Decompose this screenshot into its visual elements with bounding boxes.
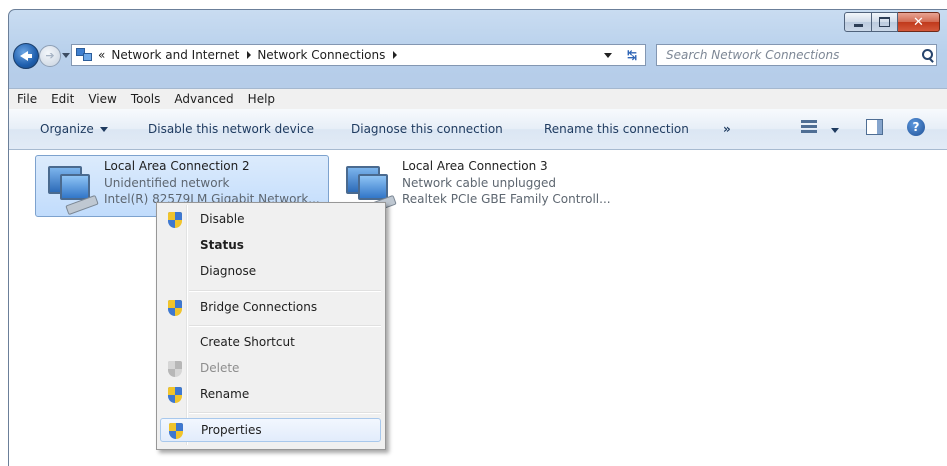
rename-connection-button[interactable]: Rename this connection xyxy=(544,122,689,136)
uac-shield-icon xyxy=(168,300,182,316)
menu-item-diagnose[interactable]: Diagnose xyxy=(160,260,381,284)
maximize-button[interactable] xyxy=(872,12,898,32)
breadcrumb-overflow[interactable]: « xyxy=(98,48,105,62)
menu-item-delete[interactable]: Delete xyxy=(160,357,381,381)
organize-label: Organize xyxy=(40,122,94,136)
menu-separator xyxy=(189,325,381,327)
connection-status: Unidentified network xyxy=(104,176,230,190)
navigation-bar: ➔ « Network and Internet Network Connect… xyxy=(9,42,947,70)
address-dropdown-icon[interactable] xyxy=(604,53,612,58)
menu-item-label: Disable xyxy=(200,212,245,226)
more-commands-button[interactable]: » xyxy=(723,122,731,136)
menu-item-label: Status xyxy=(200,238,244,252)
diagnose-connection-button[interactable]: Diagnose this connection xyxy=(351,122,503,136)
menu-separator xyxy=(189,290,381,292)
menu-item-label: Create Shortcut xyxy=(200,335,295,349)
menu-advanced[interactable]: Advanced xyxy=(167,92,240,106)
close-icon: ✕ xyxy=(913,14,924,30)
close-button[interactable]: ✕ xyxy=(898,12,940,32)
breadcrumb: « Network and Internet Network Connectio… xyxy=(92,48,398,62)
menu-item-properties[interactable]: Properties xyxy=(160,418,381,442)
menu-item-rename[interactable]: Rename xyxy=(160,383,381,407)
menu-view[interactable]: View xyxy=(81,92,123,106)
uac-shield-icon xyxy=(168,387,182,403)
connection-status: Network cable unplugged xyxy=(402,176,557,190)
menu-item-create-shortcut[interactable]: Create Shortcut xyxy=(160,331,381,355)
uac-shield-icon xyxy=(168,212,182,228)
network-adapter-icon xyxy=(42,164,102,216)
search-icon[interactable] xyxy=(918,46,936,64)
menu-item-status[interactable]: Status xyxy=(160,234,381,258)
back-button[interactable] xyxy=(13,43,39,69)
connection-device: Realtek PCIe GBE Family Controll... xyxy=(402,192,611,206)
connection-name: Local Area Connection 3 xyxy=(402,159,548,173)
explorer-window: ✕ ➔ « Network and Internet Network Conne… xyxy=(8,9,947,466)
search-box[interactable]: Search Network Connections xyxy=(656,44,937,66)
search-input[interactable]: Search Network Connections xyxy=(657,48,918,62)
breadcrumb-network-connections[interactable]: Network Connections xyxy=(257,48,385,62)
recent-pages-dropdown[interactable] xyxy=(62,53,70,58)
uac-shield-icon xyxy=(168,361,182,377)
breadcrumb-network-and-internet[interactable]: Network and Internet xyxy=(111,48,239,62)
breadcrumb-chevron-icon[interactable] xyxy=(247,51,252,59)
menu-item-label: Properties xyxy=(201,423,262,437)
address-bar[interactable]: « Network and Internet Network Connectio… xyxy=(71,44,621,66)
connections-list: Local Area Connection 2 Unidentified net… xyxy=(9,150,947,466)
menu-separator xyxy=(189,412,381,414)
chevron-down-icon xyxy=(99,127,108,132)
forward-button[interactable]: ➔ xyxy=(39,45,61,67)
organize-button[interactable]: Organize xyxy=(40,122,108,136)
refresh-button[interactable]: ↹ xyxy=(619,44,646,66)
preview-pane-icon[interactable] xyxy=(866,119,883,135)
menu-item-label: Diagnose xyxy=(200,264,257,278)
menu-item-disable[interactable]: Disable xyxy=(160,208,381,232)
minimize-icon xyxy=(853,23,863,27)
menu-help[interactable]: Help xyxy=(241,92,282,106)
menu-bar: File Edit View Tools Advanced Help xyxy=(9,88,947,109)
forward-arrow-icon: ➔ xyxy=(45,49,55,62)
disable-device-button[interactable]: Disable this network device xyxy=(148,122,314,136)
help-icon[interactable]: ? xyxy=(907,118,925,136)
menu-edit[interactable]: Edit xyxy=(44,92,81,106)
menu-item-label: Bridge Connections xyxy=(200,300,318,314)
context-menu: Disable Status Diagnose Bridge Connectio… xyxy=(156,202,386,450)
connection-name: Local Area Connection 2 xyxy=(104,159,250,173)
menu-item-label: Rename xyxy=(200,387,250,401)
menu-file[interactable]: File xyxy=(9,92,44,106)
menu-item-label: Delete xyxy=(200,361,240,375)
command-bar: Organize Disable this network device Dia… xyxy=(9,109,947,150)
uac-shield-icon xyxy=(169,423,183,439)
view-dropdown-icon[interactable] xyxy=(831,128,839,133)
change-view-icon[interactable] xyxy=(801,119,817,135)
menu-tools[interactable]: Tools xyxy=(124,92,168,106)
breadcrumb-chevron-icon[interactable] xyxy=(393,51,398,59)
network-folder-icon xyxy=(76,48,92,62)
maximize-icon xyxy=(879,17,890,27)
caption-buttons: ✕ xyxy=(844,12,940,32)
minimize-button[interactable] xyxy=(844,12,872,32)
refresh-icon: ↹ xyxy=(626,48,638,62)
menu-item-bridge-connections[interactable]: Bridge Connections xyxy=(160,296,381,320)
